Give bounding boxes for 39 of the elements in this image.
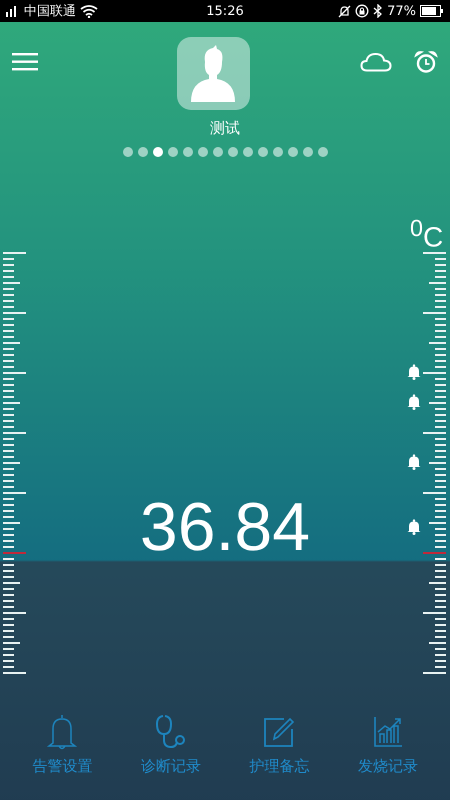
stethoscope-icon <box>154 713 188 751</box>
unit-label: $^{0}$C <box>410 214 444 254</box>
page-dot[interactable] <box>152 147 162 157</box>
carrier-name: 中国联通 <box>24 3 76 20</box>
alarm-clock-icon[interactable] <box>414 50 438 74</box>
page-dot[interactable] <box>182 147 192 157</box>
page-dot[interactable] <box>258 147 268 157</box>
page-dot[interactable] <box>302 147 312 157</box>
nav-button[interactable]: 诊断记录 <box>140 713 201 775</box>
muted-bell-icon <box>338 4 352 18</box>
nav-button[interactable]: 护理备忘 <box>249 713 310 775</box>
rotation-lock-icon <box>355 4 370 18</box>
wifi-icon <box>80 4 98 18</box>
nav-button[interactable]: 发烧记录 <box>358 713 418 775</box>
battery-icon <box>420 5 444 17</box>
bell-icon <box>407 519 421 535</box>
page-dot[interactable] <box>198 147 208 157</box>
bell-icon <box>47 713 78 751</box>
bell-icon <box>407 364 421 380</box>
cloud-icon[interactable] <box>360 52 392 72</box>
page-dot[interactable] <box>242 147 252 157</box>
page-dot[interactable] <box>288 147 298 157</box>
battery-percent: 77% <box>387 4 416 18</box>
page-dot[interactable] <box>228 147 238 157</box>
profile-name: 测试 <box>210 118 240 138</box>
bell-icon <box>407 394 421 410</box>
page-dot[interactable] <box>168 147 178 157</box>
clock-time: 15:26 <box>206 4 244 18</box>
avatar[interactable] <box>176 37 250 110</box>
page-dot[interactable] <box>212 147 222 157</box>
nav-button[interactable]: 告警设置 <box>32 713 92 775</box>
page-dot[interactable] <box>138 147 148 157</box>
page-dot[interactable] <box>272 147 282 157</box>
page-dot[interactable] <box>318 147 328 157</box>
page-dot[interactable] <box>122 147 132 157</box>
menu-icon[interactable] <box>12 53 38 71</box>
bell-icon <box>407 454 421 470</box>
bluetooth-icon <box>373 4 384 18</box>
temperature-reading: 36.84 <box>140 491 310 563</box>
